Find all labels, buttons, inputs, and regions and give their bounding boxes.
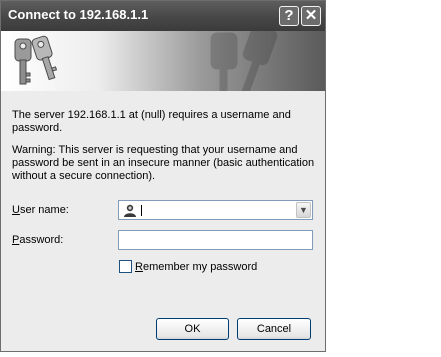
remember-label-accel: R bbox=[135, 261, 143, 273]
password-label: Password: bbox=[12, 234, 63, 246]
title-bar[interactable]: Connect to 192.168.1.1 ? ✕ bbox=[1, 1, 325, 31]
username-label-text: ser name: bbox=[19, 204, 69, 216]
banner bbox=[1, 31, 325, 91]
username-label-accel: U bbox=[12, 204, 20, 216]
user-icon bbox=[124, 204, 136, 217]
help-button[interactable]: ? bbox=[279, 6, 299, 26]
keys-icon bbox=[14, 35, 58, 85]
chevron-down-icon[interactable]: ▼ bbox=[296, 202, 311, 218]
dialog-title: Connect to 192.168.1.1 bbox=[8, 7, 149, 22]
username-combo[interactable]: ▼ bbox=[118, 200, 313, 220]
server-message: The server 192.168.1.1 at (null) require… bbox=[12, 109, 291, 134]
ok-button[interactable]: OK bbox=[156, 318, 229, 340]
keys-watermark-icon bbox=[210, 31, 278, 91]
cancel-button[interactable]: Cancel bbox=[237, 318, 311, 340]
close-button[interactable]: ✕ bbox=[301, 6, 321, 26]
security-warning: Warning: This server is requesting that … bbox=[12, 144, 315, 182]
login-dialog: Connect to 192.168.1.1 ? ✕ The server 19… bbox=[0, 0, 326, 352]
username-label: User name: bbox=[12, 204, 69, 216]
remember-label[interactable]: Remember my password bbox=[135, 261, 257, 273]
remember-checkbox[interactable] bbox=[119, 260, 132, 273]
text-caret bbox=[141, 205, 142, 216]
remember-label-text: emember my password bbox=[142, 261, 258, 273]
dialog-content: The server 192.168.1.1 at (null) require… bbox=[1, 91, 325, 351]
password-label-text: assword: bbox=[19, 234, 64, 246]
password-field[interactable] bbox=[118, 230, 313, 250]
